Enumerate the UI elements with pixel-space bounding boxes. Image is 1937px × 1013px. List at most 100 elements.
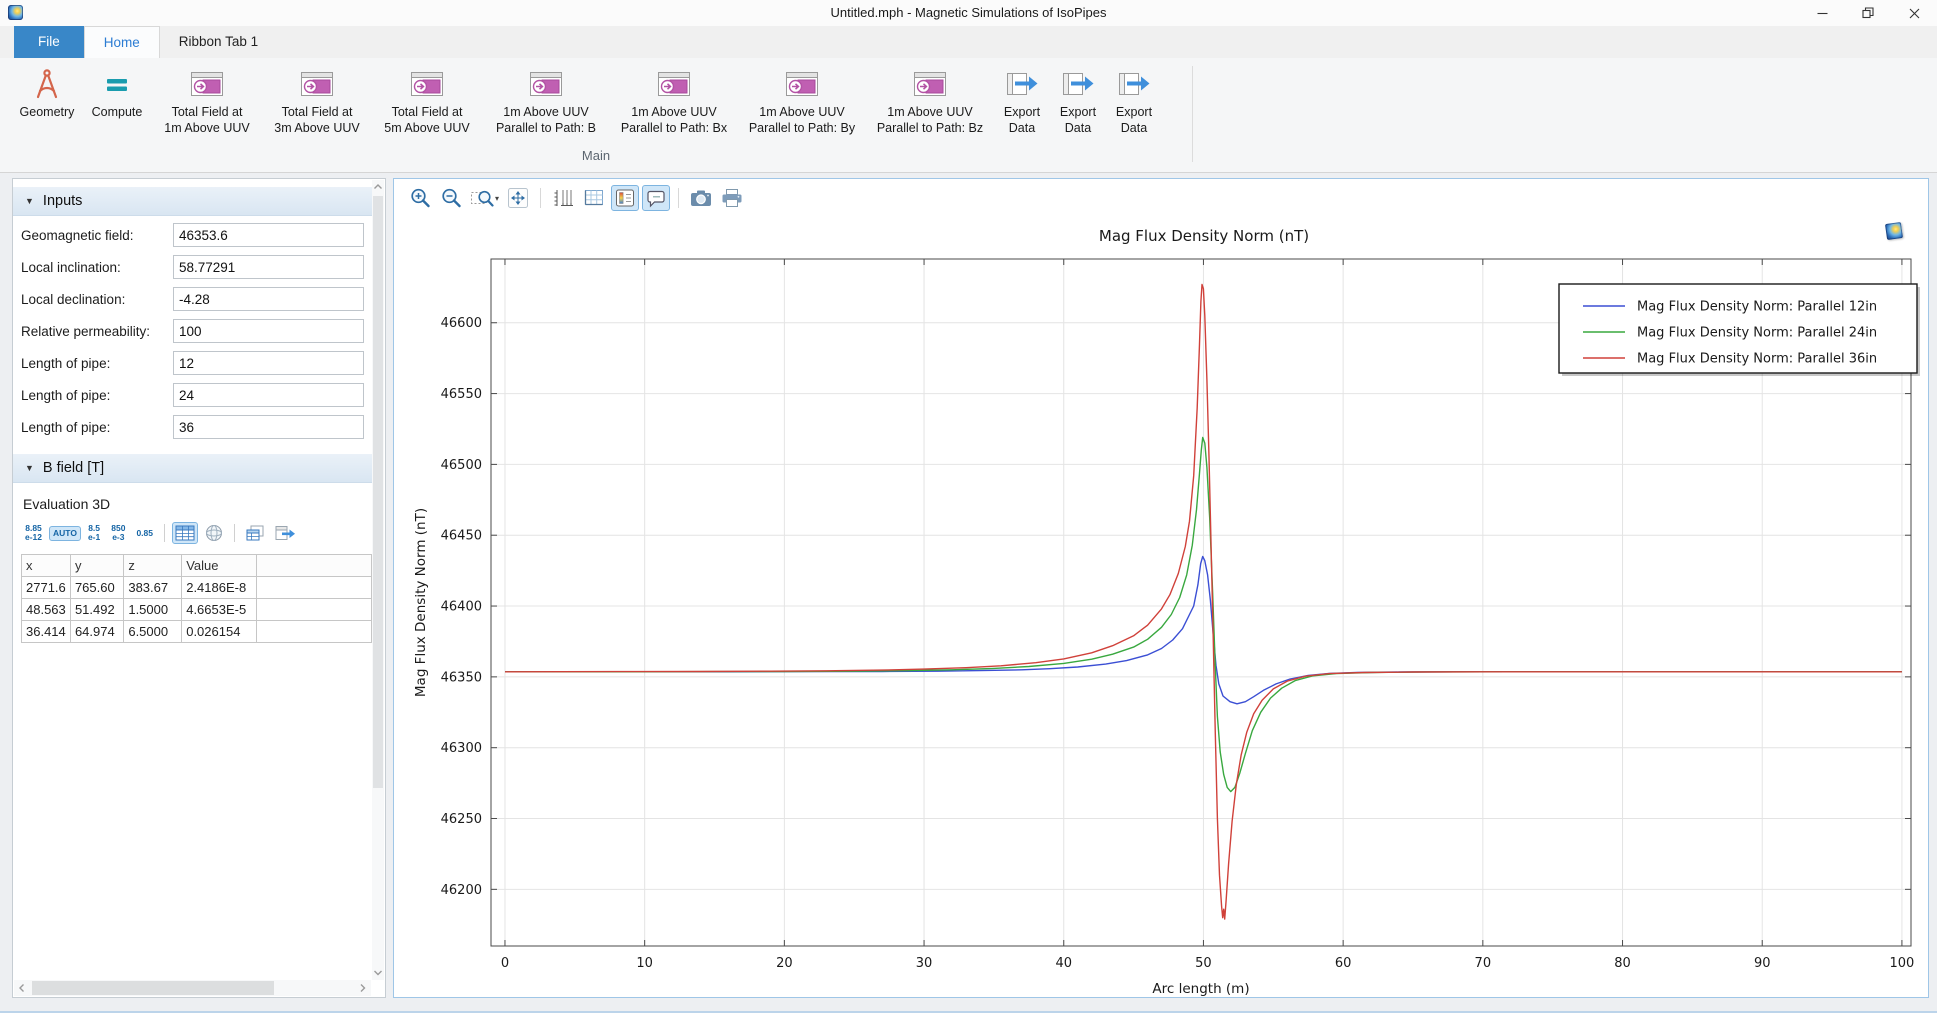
legend-entry: Mag Flux Density Norm: Parallel 24in: [1637, 326, 1877, 341]
ribbon-button-compute[interactable]: Compute: [82, 61, 152, 121]
zoom-out-button[interactable]: [437, 185, 465, 211]
precision-text: 0.85: [136, 529, 153, 538]
vertical-scrollbar[interactable]: [372, 180, 384, 980]
ribbon-button-label: 1m Above UUV Parallel to Path: By: [749, 105, 855, 136]
precision-auto-button[interactable]: AUTO: [49, 526, 81, 541]
plot-panel: ▾ Mag Flux Density Norm (nT) 01020304050…: [393, 178, 1929, 998]
print-button[interactable]: [718, 185, 746, 211]
restore-button[interactable]: [1845, 0, 1891, 26]
ribbon-button-1m-above-uuv-parallel-to-path-by[interactable]: 1m Above UUV Parallel to Path: By: [738, 61, 866, 136]
scroll-right-icon[interactable]: [357, 981, 369, 995]
local-declination-input[interactable]: [173, 287, 364, 311]
table-cell: [257, 577, 372, 599]
export-data-icon: [1116, 65, 1152, 103]
field-label: Geomagnetic field:: [21, 228, 173, 243]
sphere-view-button[interactable]: [201, 520, 227, 546]
export-table-icon: [274, 524, 296, 542]
ribbon-button-1m-above-uuv-parallel-to-path-b[interactable]: 1m Above UUV Parallel to Path: B: [482, 61, 610, 136]
ribbon-button-label: Total Field at 1m Above UUV: [164, 105, 249, 136]
plot-canvas[interactable]: 0102030405060708090100462004625046300463…: [401, 216, 1926, 996]
vertical-scroll-thumb[interactable]: [373, 196, 383, 788]
toolbar-separator: [678, 188, 679, 208]
ribbon-button-label: Total Field at 3m Above UUV: [274, 105, 359, 136]
ribbon-tab-file[interactable]: File: [14, 26, 84, 58]
ribbon-button-label: Export Data: [1116, 105, 1152, 136]
precision-850e-3-button[interactable]: 850e-3: [107, 521, 129, 545]
table-cell: 36.414: [22, 621, 71, 643]
precision-0-85-button[interactable]: 0.85: [132, 526, 157, 541]
ribbon-button-total-field-at-5m-above-uuv[interactable]: Total Field at 5m Above UUV: [372, 61, 482, 136]
ribbon-tab-home[interactable]: Home: [84, 26, 160, 58]
grid-settings-button[interactable]: [580, 185, 608, 211]
tooltip-icon: [645, 188, 667, 208]
y-tick-label: 46500: [441, 458, 482, 473]
section-title: Inputs: [43, 193, 83, 209]
settings-panel: ▼InputsGeomagnetic field:Local inclinati…: [12, 178, 386, 998]
show-tooltip-button[interactable]: [642, 185, 670, 211]
length-of-pipe-input[interactable]: [173, 351, 364, 375]
section-header-b-field-t[interactable]: ▼B field [T]: [13, 454, 372, 483]
plot-window-icon: [528, 65, 564, 103]
length-of-pipe-input[interactable]: [173, 383, 364, 407]
minimize-button[interactable]: [1799, 0, 1845, 26]
local-inclination-input[interactable]: [173, 255, 364, 279]
table-column-header-value: Value: [182, 555, 257, 577]
table-cell: 64.974: [70, 621, 123, 643]
show-legends-button[interactable]: [611, 185, 639, 211]
window-controls: [1799, 0, 1937, 26]
precision-text: AUTO: [53, 529, 77, 538]
zoom-extents-button[interactable]: [504, 185, 532, 211]
close-button[interactable]: [1891, 0, 1937, 26]
precision-8-5e-1-button[interactable]: 8.5e-1: [84, 521, 104, 545]
export-table-button[interactable]: [271, 521, 299, 545]
table-view-button[interactable]: [172, 522, 198, 544]
table-row[interactable]: 2771.6765.60383.672.4186E-8: [22, 577, 372, 599]
zoom-in-button[interactable]: [406, 185, 434, 211]
x-tick-label: 90: [1754, 956, 1771, 971]
axis-icon: [552, 188, 574, 208]
scroll-down-icon[interactable]: [372, 966, 384, 980]
table-cell: [257, 599, 372, 621]
ribbon-button-total-field-at-1m-above-uuv[interactable]: Total Field at 1m Above UUV: [152, 61, 262, 136]
scroll-left-icon[interactable]: [16, 981, 28, 995]
ribbon-button-export-data[interactable]: Export Data: [1050, 61, 1106, 136]
legend-entry: Mag Flux Density Norm: Parallel 12in: [1637, 300, 1877, 315]
table-row[interactable]: 48.56351.4921.50004.6653E-5: [22, 599, 372, 621]
ribbon-button-total-field-at-3m-above-uuv[interactable]: Total Field at 3m Above UUV: [262, 61, 372, 136]
toolbar-separator: [164, 524, 165, 542]
ribbon-button-1m-above-uuv-parallel-to-path-bz[interactable]: 1m Above UUV Parallel to Path: Bz: [866, 61, 994, 136]
collapse-triangle-icon: ▼: [25, 196, 34, 206]
table-icon: [175, 525, 195, 541]
input-row-local-declination: Local declination:: [21, 286, 364, 312]
ribbon-button-1m-above-uuv-parallel-to-path-bx[interactable]: 1m Above UUV Parallel to Path: Bx: [610, 61, 738, 136]
ribbon-button-export-data[interactable]: Export Data: [994, 61, 1050, 136]
table-column-header-y: y: [70, 555, 123, 577]
field-label: Local declination:: [21, 292, 173, 307]
ribbon-button-geometry[interactable]: Geometry: [12, 61, 82, 121]
section-header-inputs[interactable]: ▼ Inputs: [13, 187, 372, 216]
table-row[interactable]: 36.41464.9746.50000.026154: [22, 621, 372, 643]
scroll-up-icon[interactable]: [372, 180, 384, 194]
chevron-down-icon: ▾: [495, 194, 499, 203]
geomagnetic-field-input[interactable]: [173, 223, 364, 247]
ribbon-group-label: Main: [0, 148, 1192, 163]
relative-permeability-input[interactable]: [173, 319, 364, 343]
ribbon-button-export-data[interactable]: Export Data: [1106, 61, 1162, 136]
export-data-icon: [1060, 65, 1096, 103]
axis-settings-button[interactable]: [549, 185, 577, 211]
input-row-geomagnetic-field: Geomagnetic field:: [21, 222, 364, 248]
ribbon-tab-ribbon-tab-1[interactable]: Ribbon Tab 1: [160, 26, 277, 57]
x-tick-label: 30: [916, 956, 933, 971]
image-snapshot-button[interactable]: [687, 185, 715, 211]
plot-window-icon: [189, 65, 225, 103]
length-of-pipe-input[interactable]: [173, 415, 364, 439]
precision-8-85e-12-button[interactable]: 8.85e-12: [21, 521, 46, 545]
horizontal-scroll-thumb[interactable]: [32, 981, 274, 995]
precision-exponent: e-1: [88, 533, 100, 542]
copy-table-icon: [245, 524, 265, 542]
input-row-relative-permeability: Relative permeability:: [21, 318, 364, 344]
copy-table-button[interactable]: [242, 521, 268, 545]
zoom-box-button[interactable]: ▾: [468, 185, 501, 211]
horizontal-scrollbar[interactable]: [14, 980, 371, 996]
table-column-header-empty: [257, 555, 372, 577]
